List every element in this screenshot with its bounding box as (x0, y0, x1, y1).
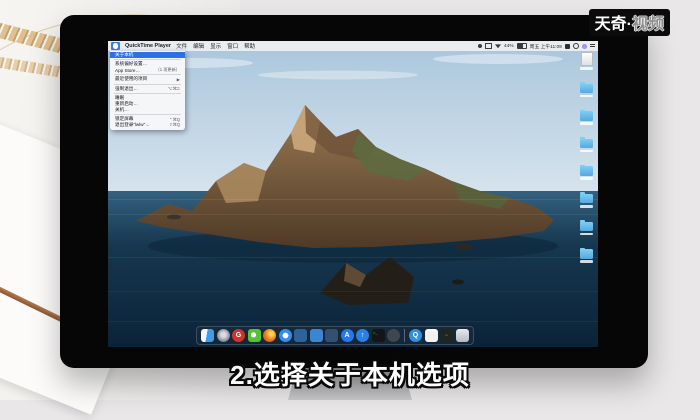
menu-item-label: 最近使用的项目 (115, 76, 147, 82)
safari-icon[interactable] (279, 329, 292, 342)
desktop-icon-folder[interactable] (580, 249, 593, 263)
terminal-icon[interactable]: >_ (372, 329, 385, 342)
battery-icon (517, 43, 527, 49)
apple-menu-item[interactable]: 退出登录“lwlw”… ⇧⌘Q (110, 122, 185, 128)
menubar-app-name[interactable]: QuickTime Player (125, 43, 171, 49)
spotlight-icon[interactable] (573, 43, 579, 49)
desktop-icon-label (580, 177, 593, 180)
desktop-screen: QuickTime Player 文件编辑显示窗口帮助 44% 周五 上午11:… (108, 41, 598, 347)
launchpad-icon[interactable] (217, 329, 230, 342)
notification-center-icon[interactable] (590, 44, 595, 49)
menu-item-label: 关机… (115, 107, 129, 113)
app-store-icon[interactable]: A (341, 329, 354, 342)
status-right-icons (565, 43, 595, 49)
desktop-icon-label (580, 260, 593, 263)
menu-item-shortcut: ⇧⌘Q (169, 122, 180, 127)
wechat-icon[interactable] (248, 329, 261, 342)
apple-menu-item[interactable]: 强制退出… ⌥⌘⎋ (110, 86, 185, 92)
menu-item-label: 退出登录“lwlw”… (115, 122, 150, 128)
desktop-icon-folder[interactable] (580, 194, 593, 208)
blue-app-icon[interactable] (310, 329, 323, 342)
apple-logo-icon (113, 43, 118, 49)
menubar-menu[interactable]: 编辑 (193, 42, 204, 50)
desktop-icon-label (580, 150, 593, 153)
textedit-document-icon[interactable] (425, 329, 438, 342)
apple-menu: 关于本机系统偏好设置…App Store… （1 项更新） 最近使用的项目 ▶ 强制退出… (110, 51, 185, 130)
menu-item-shortcut: ⌃⌘Q (169, 117, 180, 122)
xcode-icon[interactable] (294, 329, 307, 342)
desktop-icon-folder[interactable] (580, 84, 593, 98)
menu-item-shortcut: ▶ (177, 77, 180, 82)
red-g-app-icon[interactable]: G (232, 329, 245, 342)
display-icon[interactable] (485, 43, 492, 49)
menu-item-label: 关于本机 (115, 52, 133, 58)
menu-item-shortcut: ⌥⌘⎋ (168, 86, 180, 91)
folder-icon (580, 222, 593, 232)
vpn-icon[interactable] (478, 44, 482, 48)
trash-icon[interactable] (456, 329, 469, 342)
watermark-text-secondary: 视频 (632, 10, 664, 34)
apple-menu-item[interactable]: 关机… (110, 107, 185, 113)
apple-menu-item[interactable]: 关于本机 (110, 52, 185, 58)
menubar-menu[interactable]: 文件 (176, 42, 187, 50)
desktop-icon-disk[interactable] (580, 52, 593, 70)
update-app-icon[interactable]: ↑ (356, 329, 369, 342)
menu-bar: QuickTime Player 文件编辑显示窗口帮助 44% 周五 上午11:… (108, 41, 598, 51)
desktop-icon-folder[interactable] (580, 166, 593, 180)
folder-icon (580, 111, 593, 121)
folder-icon (580, 84, 593, 94)
apple-menu-item[interactable]: App Store… （1 项更新） (110, 67, 185, 73)
dev-app-icon[interactable] (325, 329, 338, 342)
desktop-icon-folder[interactable] (580, 111, 593, 125)
channel-watermark: 天奇· 视频 (589, 9, 670, 36)
menu-separator (114, 84, 181, 85)
status-left-icons (478, 43, 501, 49)
dock: G A↑>_ Q ▪▪ (196, 326, 474, 345)
folder-icon (580, 166, 593, 176)
wifi-icon[interactable] (495, 44, 501, 49)
battery-percent: 44% (504, 44, 514, 49)
dock-separator (404, 329, 405, 342)
siri-icon[interactable] (582, 44, 587, 49)
desktop-icon-label (580, 67, 593, 70)
desktop-icon-label (580, 95, 593, 98)
utility-app-icon[interactable] (387, 329, 400, 342)
folder-icon (580, 194, 593, 204)
quicktime-icon[interactable]: Q (409, 329, 422, 342)
menu-separator (114, 93, 181, 94)
menu-item-label: 强制退出… (115, 86, 138, 92)
menu-item-label: App Store… (115, 68, 140, 73)
menu-separator (114, 114, 181, 115)
menu-item-label: 系统偏好设置… (115, 61, 147, 67)
desktop-icon-label (580, 122, 593, 125)
desktop-icon-label (580, 205, 593, 208)
disk-icon (581, 52, 593, 66)
input-source-icon[interactable] (565, 44, 570, 49)
desktop-icon-folder[interactable] (580, 222, 593, 236)
apple-menu-item[interactable]: 最近使用的项目 ▶ (110, 76, 185, 82)
menu-item-shortcut: （1 项更新） (156, 67, 180, 73)
menubar-status-area: 44% 周五 上午11:09 (478, 43, 595, 50)
finder-icon[interactable] (201, 329, 214, 342)
menubar-menu[interactable]: 帮助 (244, 42, 255, 50)
folder-icon (580, 139, 593, 149)
menubar-menu[interactable]: 显示 (210, 42, 221, 50)
menubar-menus: 文件编辑显示窗口帮助 (176, 42, 255, 50)
desktop-icon-folder[interactable] (580, 139, 593, 153)
firefox-icon[interactable] (263, 329, 276, 342)
menubar-menu[interactable]: 窗口 (227, 42, 238, 50)
menu-separator (114, 59, 181, 60)
apple-menu-button[interactable] (111, 42, 120, 51)
folder-icon (580, 249, 593, 259)
watermark-text-primary: 天奇· (595, 10, 632, 34)
desktop-icons (580, 52, 593, 263)
desktop-icon-label (580, 233, 593, 236)
menubar-clock[interactable]: 周五 上午11:09 (530, 43, 562, 50)
video-caption: 2.选择关于本机选项 (0, 355, 700, 392)
screenshot-preview-icon[interactable]: ▪▪ (440, 329, 453, 342)
monitor: QuickTime Player 文件编辑显示窗口帮助 44% 周五 上午11:… (60, 15, 648, 368)
